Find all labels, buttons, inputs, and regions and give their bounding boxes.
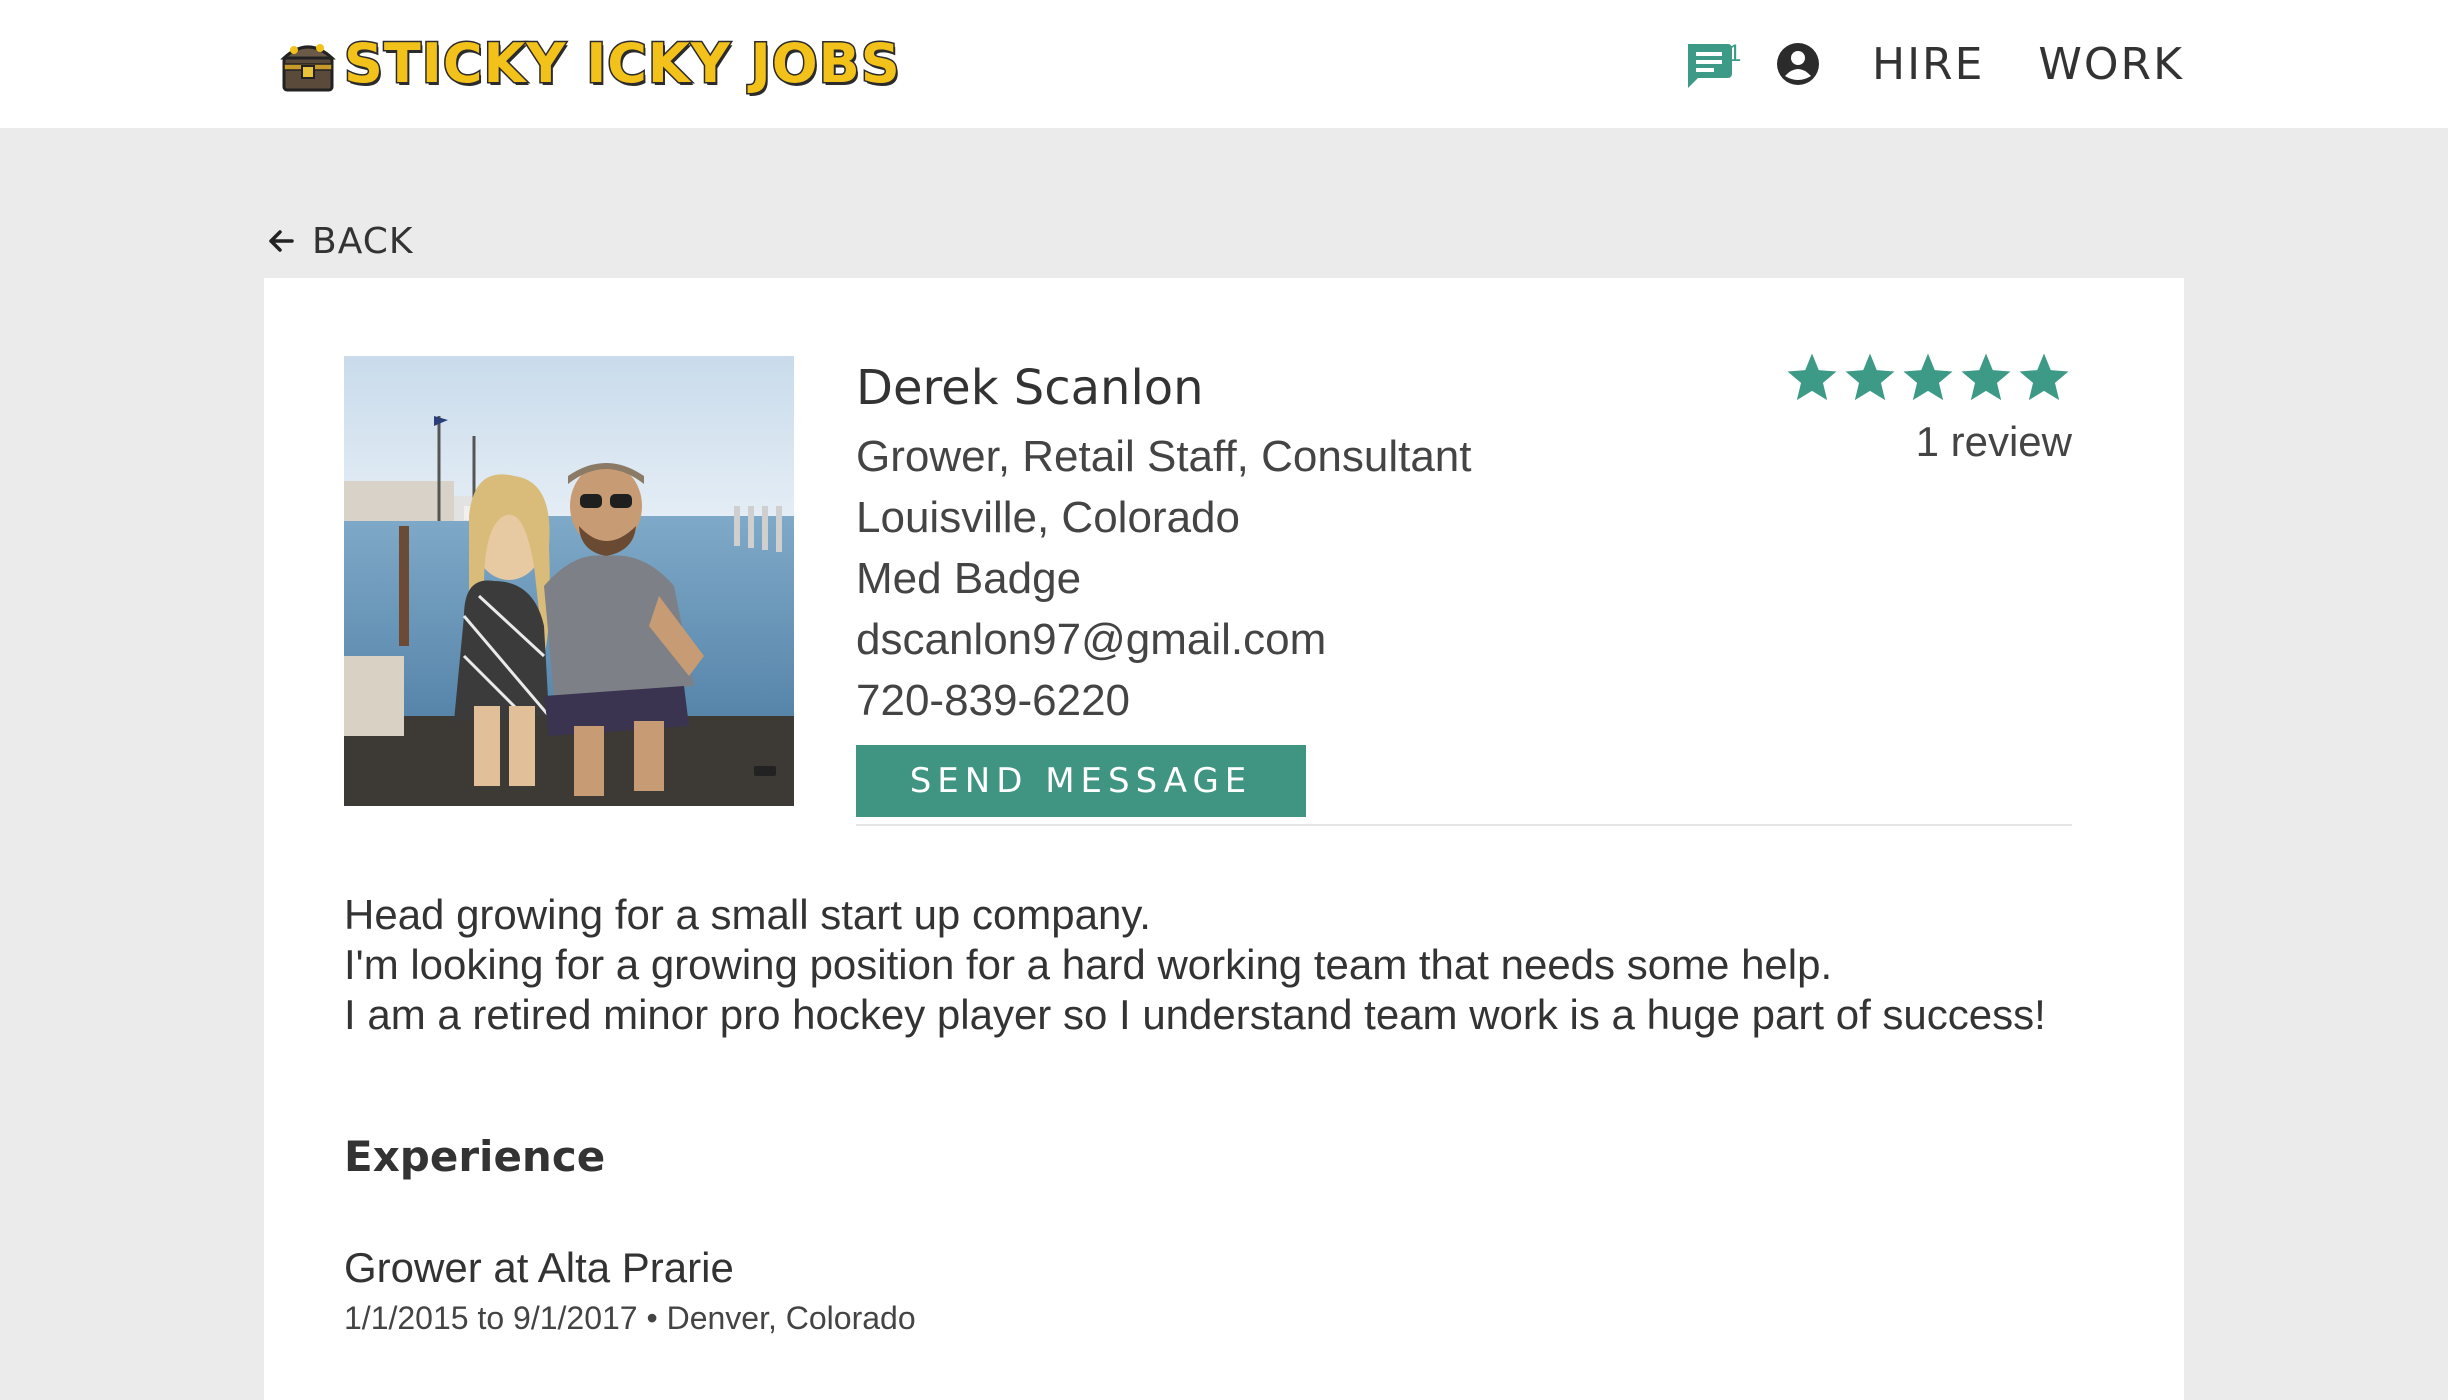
- messages-button[interactable]: 1: [1680, 36, 1741, 92]
- experience-item: Grower at Alta Prarie 1/1/2015 to 9/1/20…: [344, 1240, 916, 1340]
- profile-email[interactable]: dscanlon97@gmail.com: [856, 609, 1756, 670]
- nav-work[interactable]: WORK: [2038, 39, 2184, 90]
- profile-card: Derek Scanlon Grower, Retail Staff, Cons…: [264, 278, 2184, 1400]
- rating-block: 1 review: [1784, 350, 2072, 466]
- profile-photo: [344, 356, 794, 806]
- experience-meta: 1/1/2015 to 9/1/2017 • Denver, Colorado: [344, 1300, 916, 1336]
- send-message-button[interactable]: SEND MESSAGE: [856, 745, 1306, 817]
- star-icon: [1845, 353, 1895, 401]
- star-icon: [1961, 353, 2011, 401]
- back-label: BACK: [312, 220, 414, 262]
- bio-line: Head growing for a small start up compan…: [344, 891, 1151, 938]
- top-navbar: STICKY ICKY JOBS 1 HIRE WORK: [0, 0, 2448, 128]
- profile-badge: Med Badge: [856, 554, 1082, 603]
- unread-count-badge: 1: [1727, 40, 1742, 67]
- account-circle-icon: [1776, 43, 1819, 85]
- arrow-left-icon: [269, 230, 294, 252]
- profile-info: Derek Scanlon Grower, Retail Staff, Cons…: [856, 356, 1756, 817]
- star-icon: [1903, 353, 1953, 401]
- star-rating: [1784, 350, 2072, 406]
- star-icon: [1787, 353, 1837, 401]
- main-nav: 1 HIRE WORK: [1680, 24, 2184, 104]
- review-count-link[interactable]: 1 review: [1784, 418, 2072, 466]
- logo-text: STICKY ICKY JOBS: [343, 32, 902, 95]
- nav-hire[interactable]: HIRE: [1872, 39, 1984, 90]
- bio-line: I'm looking for a growing position for a…: [344, 941, 1833, 988]
- section-divider: [856, 824, 2072, 826]
- treasure-chest-icon: [280, 34, 336, 94]
- bio-line: I am a retired minor pro hockey player s…: [344, 991, 2046, 1038]
- profile-bio: Head growing for a small start up compan…: [344, 890, 2104, 1040]
- profile-phone[interactable]: 720-839-6220: [856, 670, 1756, 731]
- account-button[interactable]: [1776, 42, 1820, 86]
- profile-location: Louisville, Colorado: [856, 493, 1240, 542]
- star-icon: [2019, 353, 2069, 401]
- profile-roles: Grower, Retail Staff, Consultant: [856, 432, 1472, 481]
- back-link[interactable]: BACK: [266, 216, 413, 266]
- site-logo[interactable]: STICKY ICKY JOBS: [280, 28, 901, 100]
- experience-heading: Experience: [344, 1132, 606, 1181]
- profile-name: Derek Scanlon: [856, 360, 1204, 416]
- experience-role: Grower at Alta Prarie: [344, 1244, 734, 1291]
